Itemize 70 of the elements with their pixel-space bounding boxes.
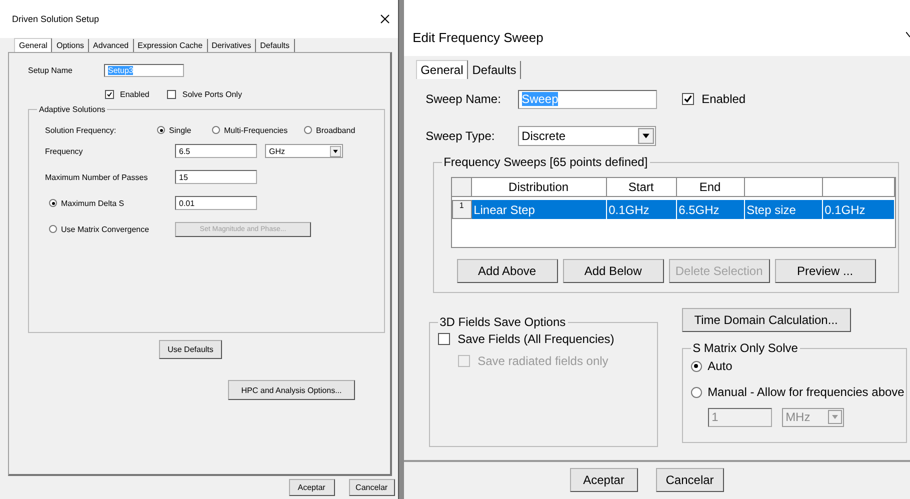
field-label: Setup Name (28, 66, 74, 74)
radio-label: Maximum Delta S (61, 198, 126, 208)
tab[interactable]: Defaults (468, 61, 522, 79)
group-title: Frequency Sweeps [65 points defined] (442, 155, 649, 169)
dropdown[interactable]: Discrete (518, 126, 656, 146)
tab[interactable]: Defaults (256, 39, 294, 52)
checkbox[interactable] (438, 333, 450, 345)
dropdown[interactable]: GHz (265, 144, 343, 158)
input-field[interactable]: 0.01 (175, 196, 257, 210)
column-header: End (676, 178, 745, 197)
table-cell: Linear Step (472, 200, 607, 219)
radio-label: Broadband (316, 126, 356, 134)
field-label: Solution Frequency: (45, 126, 118, 134)
radio-button[interactable] (690, 360, 702, 372)
accept-button[interactable]: Aceptar (570, 468, 638, 492)
close-icon[interactable] (380, 14, 390, 24)
checkbox-label: Save Fields (All Frequencies) (458, 332, 614, 346)
checkbox-label: Enabled (702, 92, 746, 106)
time-domain-button[interactable]: Time Domain Calculation... (682, 308, 851, 332)
checkbox[interactable] (105, 90, 114, 98)
input-field[interactable]: 15 (175, 170, 257, 184)
table-action-button[interactable]: Add Above (456, 259, 558, 283)
field-label: Frequency (45, 146, 84, 156)
input-field[interactable]: 6.5 (175, 144, 257, 158)
dropdown-value: MHz (786, 410, 810, 424)
radio-button[interactable] (304, 126, 312, 134)
table-cell: 0.1GHz (822, 200, 895, 219)
tab[interactable]: Options (52, 39, 90, 52)
checkbox-label: Enabled (120, 90, 150, 98)
group-title: Adaptive Solutions (38, 105, 106, 114)
table-cell: 0.1GHz (606, 200, 677, 219)
window-title: Driven Solution Setup (12, 14, 100, 24)
tab[interactable]: Derivatives (208, 39, 256, 52)
group-title: 3D Fields Save Options (438, 315, 567, 329)
window-title: Edit Frequency Sweep (412, 30, 544, 44)
radio-label: Single (169, 126, 192, 134)
tab[interactable]: Advanced (89, 39, 134, 52)
group-title: S Matrix Only Solve (692, 341, 799, 355)
table-action-button[interactable]: Preview ... (774, 259, 876, 283)
radio-button[interactable] (157, 126, 165, 134)
checkbox-label: Save radiated fields only (478, 354, 608, 368)
radio-label: Use Matrix Convergence (61, 224, 150, 234)
checkbox[interactable] (167, 90, 176, 98)
cancel-button[interactable]: Cancelar (348, 479, 395, 496)
row-number: 1 (452, 200, 472, 219)
cancel-button[interactable]: Cancelar (656, 468, 724, 492)
table-cell: Step size (744, 200, 823, 219)
column-header: Start (606, 178, 677, 197)
column-header: Distribution (472, 178, 607, 197)
table-action-button[interactable]: Add Below (562, 259, 664, 283)
tab[interactable]: Expression Cache (134, 39, 208, 52)
use-defaults-button[interactable]: Use Defaults (159, 340, 222, 358)
dropdown-value: GHz (269, 146, 285, 156)
checkbox[interactable] (682, 93, 694, 105)
checkbox-label: Solve Ports Only (182, 90, 242, 98)
table-cell: 6.5GHz (676, 200, 745, 219)
radio-label: Auto (708, 359, 732, 373)
field-label: Sweep Type: (426, 128, 496, 142)
field-label: Sweep Name: (426, 92, 502, 106)
tab[interactable]: General (416, 60, 468, 79)
dropdown-value: Discrete (522, 128, 566, 142)
radio-button[interactable] (690, 386, 702, 398)
radio-button[interactable] (49, 199, 57, 207)
radio-label: Multi-Frequencies (224, 126, 288, 134)
field-label: Maximum Number of Passes (45, 172, 149, 182)
radio-label: Manual - Allow for frequencies above (708, 385, 904, 399)
tab[interactable]: General (14, 38, 52, 52)
hpc-options-button[interactable]: HPC and Analysis Options... (228, 380, 355, 400)
accept-button[interactable]: Aceptar (288, 479, 335, 496)
radio-button[interactable] (212, 126, 220, 134)
